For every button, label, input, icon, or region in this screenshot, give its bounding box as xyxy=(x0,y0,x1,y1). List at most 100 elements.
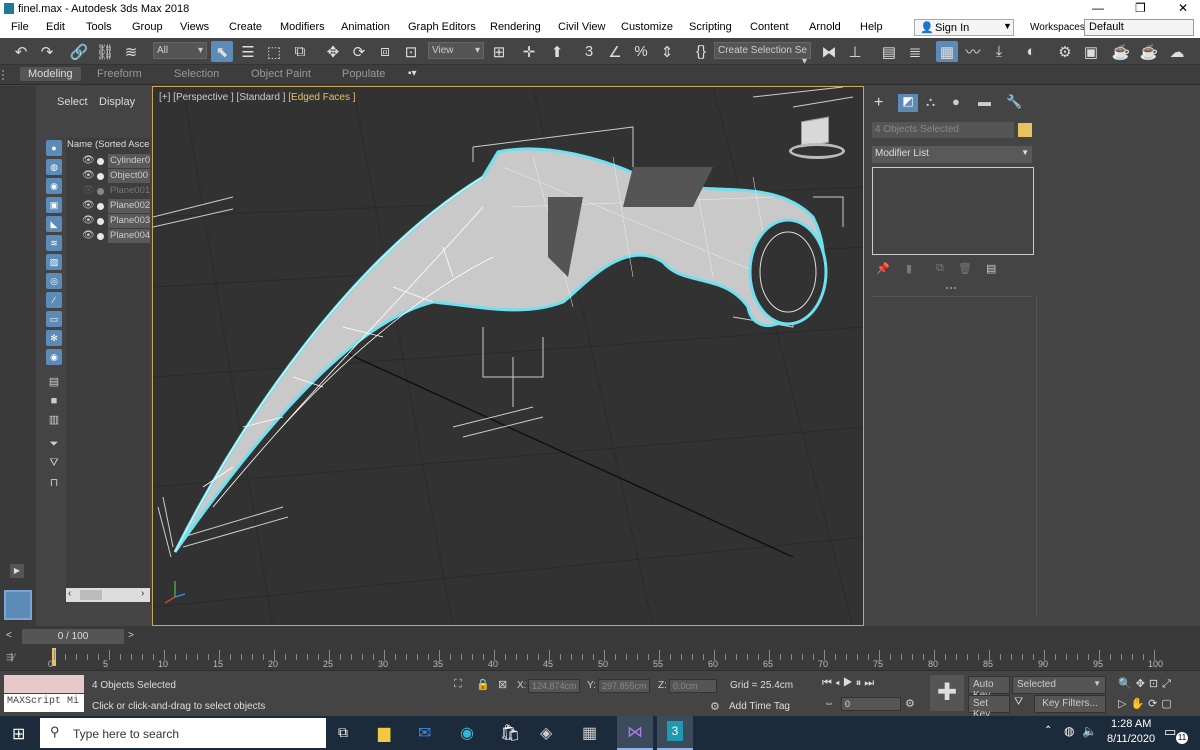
named-selection-dropdown[interactable]: Create Selection Se ▾ xyxy=(714,42,811,67)
eye-icon[interactable]: 👁 xyxy=(82,155,95,166)
window-crossing-icon[interactable]: ⧉ xyxy=(289,41,311,62)
eye-icon[interactable]: 👁 xyxy=(82,200,95,211)
scroll-thumb[interactable] xyxy=(80,590,102,600)
redo-icon[interactable]: ↷ xyxy=(36,41,58,62)
tab-modeling[interactable]: Modeling xyxy=(20,67,81,81)
eye-hidden-icon[interactable]: 👁 xyxy=(82,185,95,196)
layer-explorer-icon[interactable]: ≣ xyxy=(904,41,926,62)
isolate-selection-icon[interactable]: ⛶ xyxy=(454,678,462,691)
list-item[interactable]: 👁 Plane003 xyxy=(66,214,150,229)
visual-studio-icon[interactable]: ⋈ xyxy=(617,716,653,750)
mail-icon[interactable]: ✉ xyxy=(418,723,431,743)
schematic-view-icon[interactable]: ⤓ xyxy=(988,41,1010,62)
tab-object-paint[interactable]: Object Paint xyxy=(251,68,311,80)
menu-animation[interactable]: Animation xyxy=(341,21,390,33)
menu-modifiers[interactable]: Modifiers xyxy=(280,21,325,33)
taskbar-search[interactable]: ⚲ Type here to search xyxy=(40,718,326,748)
maximize-button[interactable]: ❐ xyxy=(1135,1,1146,15)
menu-customize[interactable]: Customize xyxy=(621,21,673,33)
motion-tab-icon[interactable]: ● xyxy=(952,94,960,109)
rotate-icon[interactable]: ⟳ xyxy=(348,41,370,62)
placement-icon[interactable]: ⊡ xyxy=(400,41,422,62)
viewcube-icon[interactable] xyxy=(789,116,845,159)
angle-snap-icon[interactable]: ∠ xyxy=(604,41,626,62)
time-slider-thumb[interactable]: 0 / 100 xyxy=(22,629,124,644)
menu-edit[interactable]: Edit xyxy=(46,21,65,33)
render-cloud-icon[interactable]: ☁ xyxy=(1166,41,1188,62)
tab-display[interactable]: Display xyxy=(99,96,135,108)
sort-icon[interactable]: ⏷ xyxy=(48,438,60,450)
close-button[interactable]: ✕ xyxy=(1178,1,1188,15)
volume-icon[interactable]: 🔈 xyxy=(1082,724,1097,738)
ribbon-toggle-icon[interactable]: ▦ xyxy=(936,41,958,62)
menu-content[interactable]: Content xyxy=(750,21,789,33)
tab-selection[interactable]: Selection xyxy=(174,68,219,80)
key-mode-icon[interactable]: ⇔ xyxy=(824,698,834,709)
show-end-result-icon[interactable]: ▮ xyxy=(906,262,912,275)
horizontal-scrollbar[interactable]: ‹ › xyxy=(66,588,150,602)
selection-filter-dropdown[interactable]: All ▾ xyxy=(153,42,207,59)
key-filters-button[interactable]: Key Filters... xyxy=(1034,695,1106,713)
remove-modifier-icon[interactable]: 🗑 xyxy=(958,262,972,275)
display-tab-icon[interactable]: ▬ xyxy=(978,94,991,109)
viewport-nav-icons-row2[interactable]: ▷✋⟳▢ xyxy=(1118,697,1176,710)
reference-coordinate-dropdown[interactable]: View ▾ xyxy=(428,42,484,59)
mirror-icon[interactable]: ⧓ xyxy=(818,41,840,62)
configure-modifier-sets-icon[interactable]: ▤ xyxy=(986,262,996,275)
display-cameras-icon[interactable]: ◣ xyxy=(46,216,62,232)
tab-populate[interactable]: Populate xyxy=(342,68,385,80)
app-icon-5[interactable]: ◈ xyxy=(540,723,552,743)
eye-icon[interactable]: 👁 xyxy=(82,230,95,241)
viewport-layout-icon[interactable] xyxy=(4,590,32,620)
spinner-snap-icon[interactable]: ⇕ xyxy=(656,41,678,62)
list-item[interactable]: 👁 Plane004 xyxy=(66,229,150,244)
pin-stack-icon[interactable]: 📌 xyxy=(876,262,890,275)
display-geometry-icon[interactable]: ◍ xyxy=(46,159,62,175)
layer-icon[interactable]: ⊓ xyxy=(48,477,60,489)
file-explorer-icon[interactable]: ▆ xyxy=(378,723,390,743)
percent-snap-icon[interactable]: % xyxy=(630,41,652,62)
undo-icon[interactable]: ↶ xyxy=(10,41,32,62)
make-unique-icon[interactable]: ⧉ xyxy=(936,262,944,275)
select-manipulate-icon[interactable]: ✛ xyxy=(518,41,540,62)
invert-selection-icon[interactable]: ▥ xyxy=(48,414,60,426)
display-helpers-icon[interactable]: ≋ xyxy=(46,235,62,251)
keyboard-shortcut-icon[interactable]: ⬆ xyxy=(546,41,568,62)
render-setup-icon[interactable]: ⚙ xyxy=(1054,41,1076,62)
expand-arrow-icon[interactable]: ▶ xyxy=(10,564,24,578)
render-iterative-icon[interactable]: ☕ xyxy=(1138,41,1160,62)
select-object-icon[interactable]: ⬉ xyxy=(211,41,233,62)
viewport-label[interactable]: [+] [Perspective ] [Standard ] [Edged Fa… xyxy=(159,92,356,103)
bind-space-warp-icon[interactable]: ≋ xyxy=(120,41,142,62)
curve-editor-icon[interactable]: 〰 xyxy=(962,41,984,62)
column-header[interactable]: Name (Sorted Ascen xyxy=(66,138,150,152)
create-tab-icon[interactable]: + xyxy=(874,94,883,112)
network-icon[interactable]: ◍ xyxy=(1064,724,1074,738)
show-hidden-icons-icon[interactable]: ⌃ xyxy=(1044,725,1052,736)
display-xrefs-icon[interactable]: ∕ xyxy=(46,292,62,308)
display-lights-icon[interactable]: ▣ xyxy=(46,197,62,213)
menu-file[interactable]: File xyxy=(11,21,29,33)
calculator-icon[interactable]: ▦ xyxy=(582,723,597,743)
menu-help[interactable]: Help xyxy=(860,21,883,33)
menu-create[interactable]: Create xyxy=(229,21,262,33)
filter-icon[interactable]: ⛛ xyxy=(48,457,60,469)
menu-views[interactable]: Views xyxy=(180,21,209,33)
display-spacewarps-icon[interactable]: ▨ xyxy=(46,254,62,270)
rendered-frame-icon[interactable]: ▣ xyxy=(1080,41,1102,62)
time-slider-prev-icon[interactable]: < xyxy=(6,630,12,641)
scene-explorer-icon[interactable]: ▤ xyxy=(878,41,900,62)
material-editor-icon[interactable]: ◐ xyxy=(1020,41,1042,62)
menu-rendering[interactable]: Rendering xyxy=(490,21,541,33)
menu-tools[interactable]: Tools xyxy=(86,21,112,33)
time-config-icon[interactable]: ⚙ xyxy=(905,697,915,710)
rect-selection-icon[interactable]: ⬚ xyxy=(263,41,285,62)
scroll-right-icon[interactable]: › xyxy=(141,588,144,599)
auto-key-button[interactable]: Auto Key xyxy=(968,676,1010,701)
clock-date[interactable]: 8/11/2020 xyxy=(1107,733,1155,745)
display-bones-icon[interactable]: ▭ xyxy=(46,311,62,327)
set-keys-button[interactable]: ✚ xyxy=(930,675,964,711)
scroll-left-icon[interactable]: ‹ xyxy=(68,588,71,599)
list-item[interactable]: 👁 Cylinder0 xyxy=(66,154,150,169)
key-filter-icon[interactable]: ⛛ xyxy=(1014,696,1023,709)
